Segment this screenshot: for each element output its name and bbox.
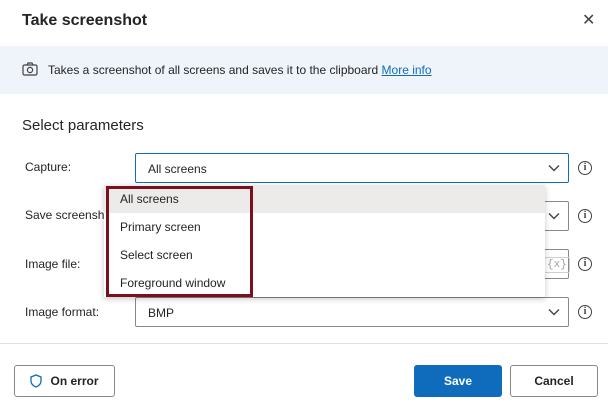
capture-dropdown-list: All screens Primary screen Select screen… <box>104 185 545 297</box>
chevron-down-icon <box>548 309 560 316</box>
capture-value: All screens <box>148 162 207 176</box>
save-to-label: Save screenshot to: <box>25 208 105 222</box>
footer-divider <box>0 343 608 344</box>
on-error-label: On error <box>50 374 99 388</box>
chevron-down-icon <box>548 213 560 220</box>
info-text: Takes a screenshot of all screens and sa… <box>48 63 432 77</box>
image-format-select[interactable]: BMP <box>135 297 569 327</box>
chevron-down-icon <box>548 165 560 172</box>
image-file-info-icon[interactable]: i <box>578 257 592 271</box>
dropdown-option-all-screens[interactable]: All screens <box>104 185 545 213</box>
section-title: Select parameters <box>22 117 144 134</box>
info-description: Takes a screenshot of all screens and sa… <box>48 63 379 77</box>
cancel-label: Cancel <box>534 374 574 388</box>
capture-label: Capture: <box>25 160 72 174</box>
more-info-link[interactable]: More info <box>382 63 432 77</box>
dropdown-option-primary-screen[interactable]: Primary screen <box>104 213 545 241</box>
image-format-label: Image format: <box>25 305 100 319</box>
save-to-info-icon[interactable]: i <box>578 209 592 223</box>
close-icon[interactable]: ✕ <box>582 13 595 29</box>
cancel-button[interactable]: Cancel <box>510 365 598 397</box>
camera-icon <box>22 62 38 76</box>
image-file-label: Image file: <box>25 257 81 271</box>
shield-icon <box>30 374 43 388</box>
dropdown-option-foreground-window[interactable]: Foreground window <box>104 269 545 297</box>
dialog-title: Take screenshot <box>22 12 148 29</box>
dropdown-option-select-screen[interactable]: Select screen <box>104 241 545 269</box>
variable-button[interactable]: {x} <box>544 257 570 273</box>
capture-info-icon[interactable]: i <box>578 161 592 175</box>
image-format-value: BMP <box>148 306 175 320</box>
capture-select[interactable]: All screens <box>135 153 569 183</box>
on-error-button[interactable]: On error <box>14 365 115 397</box>
save-button[interactable]: Save <box>414 365 502 397</box>
save-label: Save <box>443 374 473 388</box>
image-format-info-icon[interactable]: i <box>578 305 592 319</box>
